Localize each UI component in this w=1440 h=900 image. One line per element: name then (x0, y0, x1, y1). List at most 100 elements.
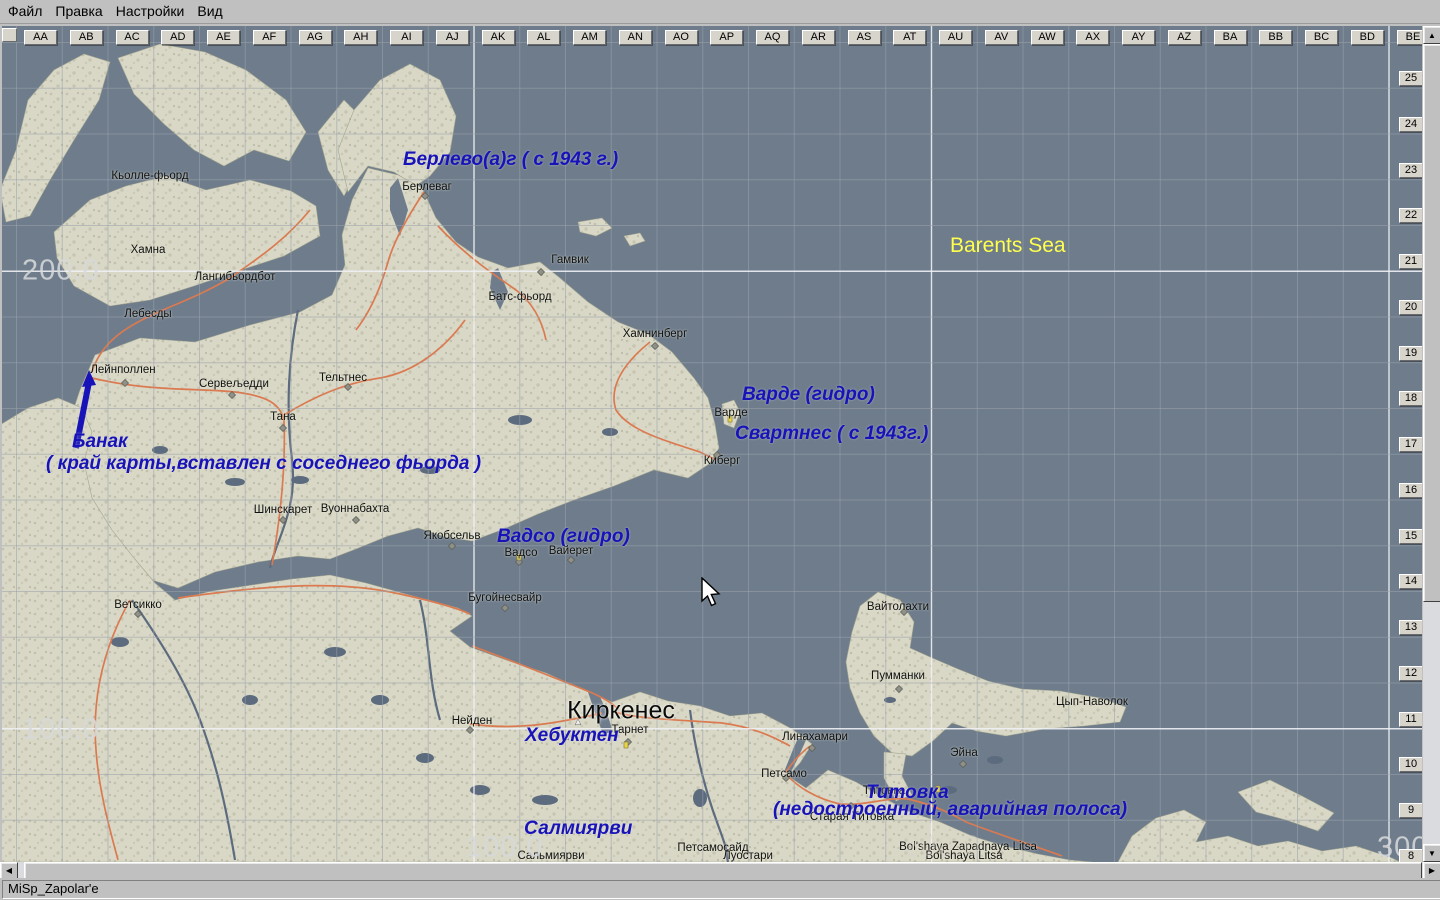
row-header-19[interactable]: 19 (1399, 345, 1422, 361)
handwritten-annotation: Хебуктен (525, 725, 619, 746)
handwritten-annotation: (недостроенный, аварийная полоса) (773, 799, 1128, 820)
handwritten-annotation: ( край карты,вставлен с соседнего фьорда… (46, 453, 482, 474)
col-header-AV[interactable]: AV (984, 30, 1018, 45)
col-header-AX[interactable]: AX (1076, 30, 1110, 45)
town-label: Шинскарет (253, 504, 313, 516)
col-header-BA[interactable]: BA (1213, 30, 1247, 45)
row-header-24[interactable]: 24 (1399, 116, 1422, 132)
town-label: Эйна (950, 747, 978, 759)
grid-km-label: 100.0 (466, 831, 544, 863)
col-header-AK[interactable]: AK (481, 30, 515, 45)
row-header-9[interactable]: 9 (1399, 803, 1422, 818)
col-header-AL[interactable]: AL (527, 30, 561, 45)
menu-item-Вид[interactable]: Вид (192, 0, 227, 23)
col-header-AG[interactable]: AG (298, 30, 332, 45)
col-header-BC[interactable]: BC (1305, 30, 1338, 45)
col-header-AZ[interactable]: AZ (1167, 30, 1201, 45)
grid-km-label: 100.0 (22, 713, 100, 746)
col-header-AN[interactable]: AN (618, 30, 652, 45)
town-label: Петсамо (761, 768, 807, 780)
handwritten-annotation: Берлево(а)г ( с 1943 г.) (403, 149, 619, 170)
town-label: Батс-фьорд (488, 291, 552, 303)
row-header-10[interactable]: 10 (1399, 757, 1422, 773)
grid-corner-box[interactable] (2, 28, 17, 42)
town-label: Цып-Наволок (1056, 696, 1128, 708)
town-label: Хамна (130, 244, 166, 256)
row-header-21[interactable]: 21 (1399, 254, 1422, 269)
col-header-AC[interactable]: AC (115, 30, 149, 45)
menu-bar: Файл Правка Настройки Вид (0, 0, 1440, 24)
row-header-22[interactable]: 22 (1399, 208, 1422, 224)
row-header-15[interactable]: 15 (1399, 528, 1422, 544)
status-bar: MiSp_Zapolar'e (0, 878, 1440, 900)
town-label: Тана (270, 411, 296, 423)
sea-name-label: Barents Sea (950, 234, 1066, 257)
row-header-12[interactable]: 12 (1399, 665, 1422, 681)
vertical-scrollbar[interactable]: ▲ ▼ (1423, 26, 1440, 862)
town-label: Гамвик (551, 254, 589, 266)
col-header-AF[interactable]: AF (252, 30, 286, 45)
town-label: Линахамари (782, 731, 848, 743)
town-label: Вадсо (504, 547, 538, 559)
row-header-23[interactable]: 23 (1399, 162, 1422, 178)
scroll-right-button[interactable]: ▶ (1423, 862, 1440, 879)
town-label: Лебесды (124, 308, 172, 320)
col-header-AB[interactable]: AB (69, 30, 103, 45)
col-header-AE[interactable]: AE (207, 30, 240, 45)
town-label: Сервељедди (199, 378, 269, 390)
town-label: Бугойнесвайр (468, 592, 542, 604)
col-header-AY[interactable]: AY (1122, 30, 1155, 45)
map-coordinate-layer: Barents Sea Киркенес Кьолле-фьорд Хамна Ла… (2, 26, 1422, 862)
col-header-AP[interactable]: AP (710, 30, 744, 45)
scroll-up-button[interactable]: ▲ (1423, 26, 1440, 44)
city-label-kirkenes: Киркенес (567, 696, 675, 725)
col-header-AS[interactable]: AS (847, 30, 881, 45)
town-label: Кьолле-фьорд (111, 170, 189, 182)
row-header-14[interactable]: 14 (1399, 574, 1422, 590)
scroll-down-button[interactable]: ▼ (1423, 844, 1440, 862)
col-header-AM[interactable]: AM (573, 30, 606, 45)
col-header-AH[interactable]: AH (344, 30, 378, 45)
town-label: Вайтолахти (866, 601, 930, 613)
row-header-16[interactable]: 16 (1399, 482, 1422, 498)
col-header-AI[interactable]: AI (390, 30, 423, 45)
town-label: Хамнинберг (622, 328, 688, 340)
town-label: Лейнполлен (90, 364, 156, 376)
application-window: Файл Правка Настройки Вид Barents Sea Ки… (0, 0, 1440, 900)
menu-item-Настройки[interactable]: Настройки (111, 0, 190, 23)
col-header-AA[interactable]: AA (24, 30, 57, 45)
scroll-left-button[interactable]: ◀ (0, 862, 18, 879)
handwritten-annotation: Свартнес ( с 1943г.) (735, 423, 929, 444)
row-header-18[interactable]: 18 (1399, 391, 1422, 407)
col-header-AJ[interactable]: AJ (435, 30, 469, 45)
vertical-scroll-thumb[interactable] (1423, 44, 1440, 602)
handwritten-annotation: Варде (гидро) (742, 384, 875, 405)
town-label: Луостари (723, 850, 773, 862)
col-header-BD[interactable]: BD (1350, 30, 1384, 45)
row-header-20[interactable]: 20 (1399, 299, 1422, 315)
row-header-17[interactable]: 17 (1399, 437, 1422, 452)
col-header-AT[interactable]: AT (893, 30, 927, 45)
row-header-13[interactable]: 13 (1399, 620, 1422, 635)
row-header-8[interactable]: 8 (1399, 848, 1422, 862)
col-header-AQ[interactable]: AQ (756, 30, 789, 45)
town-label: Вуоннабахта (320, 503, 390, 515)
town-label: Пумманки (871, 670, 925, 682)
map-viewport[interactable]: Barents Sea Киркенес Кьолле-фьорд Хамна Ла… (2, 26, 1422, 862)
col-header-BE[interactable]: BE (1396, 30, 1422, 45)
menu-item-Файл[interactable]: Файл (3, 0, 47, 23)
menu-item-Правка[interactable]: Правка (50, 0, 107, 23)
col-header-AW[interactable]: AW (1030, 30, 1064, 45)
row-header-25[interactable]: 25 (1399, 71, 1422, 86)
grid-km-label: 200.0 (22, 254, 100, 287)
horizontal-scrollbar[interactable]: ◀ ▶ (0, 862, 1440, 879)
town-label: Берлеваг (402, 181, 452, 193)
horizontal-scroll-thumb[interactable] (24, 862, 1422, 879)
row-header-11[interactable]: 11 (1399, 711, 1422, 727)
town-label: Киберг (703, 455, 741, 467)
col-header-AR[interactable]: AR (801, 30, 835, 45)
col-header-AU[interactable]: AU (939, 30, 972, 45)
col-header-BB[interactable]: BB (1259, 30, 1293, 45)
col-header-AD[interactable]: AD (161, 30, 195, 45)
col-header-AO[interactable]: AO (664, 30, 698, 45)
